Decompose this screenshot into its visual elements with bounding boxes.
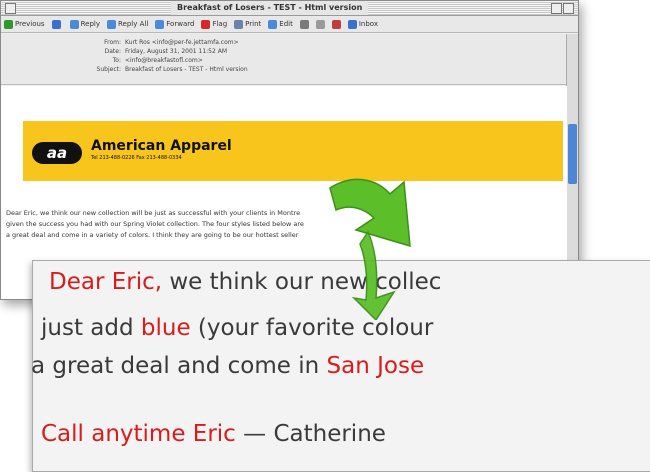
zoom-line-3: a great deal and come in San Jose <box>31 353 424 379</box>
message-headers: From: Kurt Ros <info@per-fe.jettamfa.com… <box>1 34 567 85</box>
print-button[interactable]: Print <box>234 19 262 29</box>
tools-icon <box>331 19 341 29</box>
forward-label: Forward <box>166 20 195 28</box>
brand-name: American Apparel <box>91 138 232 154</box>
list-button[interactable] <box>315 19 325 29</box>
brand-tel: Tel 213-488-0226 Fax 213-488-0334 <box>91 155 182 161</box>
header-from-label: From: <box>104 39 121 46</box>
forward-icon <box>155 19 165 29</box>
city-text: San Jose <box>326 353 425 379</box>
close-box[interactable] <box>5 3 16 14</box>
reply-all-button[interactable]: Reply All <box>106 19 149 29</box>
toolbar: Previous Reply Reply All Forward Flag Pr… <box>1 16 578 33</box>
flag-icon <box>201 19 211 29</box>
header-date-value: Friday, August 31, 2001 11:52 AM <box>125 48 228 55</box>
previous-button[interactable]: Previous <box>4 19 45 29</box>
body-line: a great deal and come in a variety of co… <box>6 231 299 239</box>
tools-button[interactable] <box>331 19 341 29</box>
zoom-line-4: Call anytime Eric — Catherine <box>41 421 386 447</box>
flag-button[interactable]: Flag <box>201 19 228 29</box>
reply-all-label: Reply All <box>117 20 149 28</box>
reply-button[interactable]: Reply <box>69 19 100 29</box>
body-line: given the success you had with our Sprin… <box>6 220 304 228</box>
inbox-label: Inbox <box>358 20 378 28</box>
zoom-text: a great deal and come in <box>31 353 320 379</box>
edit-icon <box>268 19 278 29</box>
arrow-shaft <box>351 230 396 320</box>
list-icon <box>315 19 325 29</box>
scroll-thumb[interactable] <box>568 124 577 184</box>
trash-icon <box>299 19 309 29</box>
next-button[interactable] <box>51 19 63 29</box>
header-to-label: To: <box>112 57 121 64</box>
zoom-text: just add <box>41 315 134 341</box>
edit-button[interactable]: Edit <box>268 19 293 29</box>
color-text: blue <box>140 315 191 341</box>
inbox-button[interactable]: Inbox <box>347 19 378 29</box>
window-title: Breakfast of Losers - TEST - Html versio… <box>171 1 369 15</box>
flag-label: Flag <box>212 20 228 28</box>
delete-button[interactable] <box>299 19 309 29</box>
signature-text: — Catherine <box>243 421 386 447</box>
greeting-text: Dear Eric, <box>49 269 163 295</box>
forward-button[interactable]: Forward <box>155 19 195 29</box>
header-date-label: Date: <box>104 48 121 55</box>
previous-icon <box>4 19 13 29</box>
print-label: Print <box>245 20 262 28</box>
title-bar[interactable]: Breakfast of Losers - TEST - Html versio… <box>1 1 578 16</box>
next-icon <box>51 19 61 29</box>
collapse-box[interactable] <box>563 3 574 14</box>
brand-banner: aa American Apparel Tel 213-488-0226 Fax… <box>23 121 563 181</box>
edit-label: Edit <box>279 20 293 28</box>
brand-logo: aa <box>32 142 82 164</box>
call-text: Call anytime Eric <box>41 421 236 447</box>
reply-label: Reply <box>80 20 100 28</box>
header-subject-value: Breakfast of Losers - TEST - Html versio… <box>125 66 248 73</box>
inbox-icon <box>347 19 357 29</box>
print-icon <box>234 19 244 29</box>
zoom-box[interactable] <box>551 3 562 14</box>
header-from-value: Kurt Ros <info@per-fe.jettamfa.com> <box>125 39 239 46</box>
header-subject-label: Subject: <box>96 66 121 73</box>
previous-label: Previous <box>15 20 45 28</box>
header-to-value: <info@breakfastofl.com> <box>125 57 203 64</box>
mail-window: Breakfast of Losers - TEST - Html versio… <box>0 0 579 300</box>
body-line: Dear Eric, we think our new collection w… <box>6 209 301 217</box>
reply-icon <box>69 19 79 29</box>
reply-all-icon <box>106 19 116 29</box>
green-arrow-icon <box>329 178 411 320</box>
